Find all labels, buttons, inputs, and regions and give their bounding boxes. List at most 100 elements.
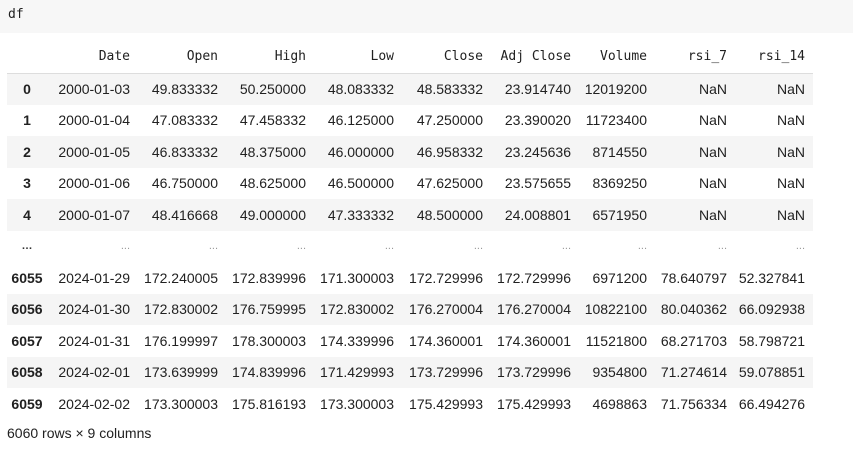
table-cell: NaN (698, 206, 727, 223)
table-row: 0 2000-01-03 49.833332 50.250000 48.083332 48… (7, 73, 813, 105)
table-cell: 2024-01-31 (58, 332, 130, 349)
table-row: 2 2000-01-05 46.833332 48.375000 46.000000 46… (7, 136, 813, 168)
table-cell: NaN (776, 175, 805, 192)
table-cell: 176.270004 (497, 301, 571, 318)
table-cell: 68.271703 (660, 332, 727, 349)
table-cell: 175.429993 (409, 395, 483, 412)
table-cell: NaN (698, 112, 727, 129)
table-cell: 48.083332 (327, 81, 394, 97)
table-cell: 71.756334 (660, 395, 727, 412)
table-cell: 66.494276 (738, 395, 805, 412)
table-cell: 172.830002 (320, 301, 394, 318)
table-cell: 47.625000 (416, 175, 483, 192)
table-cell: 172.729996 (497, 269, 571, 286)
table-cell: 48.416668 (151, 206, 218, 223)
table-cell: 173.729996 (409, 364, 483, 381)
table-cell: 12019200 (584, 81, 647, 97)
table-cell: 23.575655 (504, 175, 571, 192)
column-header-rsi_14: rsi_14 (735, 40, 813, 74)
table-cell: 46.750000 (151, 175, 218, 192)
table-cell: 78.640797 (660, 269, 727, 286)
row-index: 6059 (11, 395, 43, 412)
column-header-low: Low (314, 40, 402, 74)
table-cell: 2024-01-30 (58, 301, 130, 318)
row-index: 0 (23, 81, 31, 97)
table-cell: 49.000000 (239, 206, 306, 223)
table-cell: 71.274614 (660, 364, 727, 381)
table-cell: 52.327841 (738, 269, 805, 286)
ellipsis-row: …........................... (7, 231, 813, 263)
table-cell: 173.300003 (144, 395, 218, 412)
table-cell: NaN (776, 206, 805, 223)
table-cell: 2024-02-02 (58, 395, 130, 412)
code-cell-input[interactable]: df (0, 0, 853, 33)
row-index: 3 (23, 175, 31, 192)
table-cell: ... (296, 240, 306, 253)
table-cell: 9354800 (592, 364, 647, 381)
column-header-index (7, 40, 47, 74)
row-index: 6057 (11, 332, 43, 349)
table-cell: 2000-01-04 (58, 112, 130, 129)
table-cell: 4698863 (592, 395, 647, 412)
table-cell: NaN (698, 143, 727, 160)
table-cell: 2000-01-06 (58, 175, 130, 192)
table-cell: 47.333332 (327, 206, 394, 223)
table-cell: 172.839996 (232, 269, 306, 286)
table-cell: 174.360001 (497, 332, 571, 349)
table-cell: 46.125000 (327, 112, 394, 129)
column-header-close: Close (402, 40, 491, 74)
table-row: 6055 2024-01-29 172.240005 172.839996 171.30… (7, 262, 813, 294)
table-row: 6058 2024-02-01 173.639999 174.839996 171.42… (7, 356, 813, 388)
table-cell: 49.833332 (151, 81, 218, 97)
table-cell: 171.300003 (320, 269, 394, 286)
row-index: 2 (23, 143, 31, 160)
dataframe-table: Date Open High Low Close Adj Close Volume rsi_7… (7, 40, 813, 420)
table-row: 4 2000-01-07 48.416668 49.000000 47.333332 48… (7, 199, 813, 231)
table-cell: 46.833332 (151, 143, 218, 160)
table-cell: 46.000000 (327, 143, 394, 160)
table-cell: 48.500000 (416, 206, 483, 223)
table-row: 3 2000-01-06 46.750000 48.625000 46.500000 47… (7, 168, 813, 200)
table-cell: 24.008801 (504, 206, 571, 223)
dataframe-shape: 6060 rows × 9 columns (7, 425, 152, 441)
table-cell: ... (717, 240, 727, 253)
column-header-open: Open (138, 40, 226, 74)
table-cell: 174.360001 (409, 332, 483, 349)
table-cell: 48.583332 (416, 81, 483, 97)
table-cell: NaN (776, 112, 805, 129)
table-cell: 2000-01-03 (58, 81, 130, 97)
table-cell: ... (561, 240, 571, 253)
table-cell: 174.839996 (232, 364, 306, 381)
table-cell: 47.250000 (416, 112, 483, 129)
table-cell: NaN (776, 81, 805, 97)
table-cell: 171.429993 (320, 364, 394, 381)
table-cell: ... (120, 240, 130, 253)
table-row: 1 2000-01-04 47.083332 47.458332 46.125000 47… (7, 105, 813, 137)
table-cell: ... (208, 240, 218, 253)
table-cell: 48.375000 (239, 143, 306, 160)
table-cell: 46.500000 (327, 175, 394, 192)
table-cell: 2024-02-01 (58, 364, 130, 381)
table-cell: 46.958332 (416, 143, 483, 160)
table-cell: 11521800 (585, 332, 647, 349)
table-cell: 173.300003 (320, 395, 394, 412)
table-cell: NaN (698, 175, 727, 192)
table-cell: 2000-01-05 (58, 143, 130, 160)
table-cell: 47.083332 (151, 112, 218, 129)
table-cell: 80.040362 (660, 301, 727, 318)
table-cell: 172.830002 (144, 301, 218, 318)
table-cell: ... (637, 240, 647, 253)
table-cell: 23.914740 (504, 81, 571, 97)
table-cell: 174.339996 (320, 332, 394, 349)
table-cell: 23.390020 (504, 112, 571, 129)
table-cell: 175.816193 (232, 395, 306, 412)
table-cell: 23.245636 (504, 143, 571, 160)
column-header-high: High (226, 40, 314, 74)
row-index: 6056 (11, 301, 43, 318)
header-row: Date Open High Low Close Adj Close Volume rsi_7… (7, 40, 813, 74)
row-index: 1 (23, 112, 31, 129)
table-cell: 172.729996 (409, 269, 483, 286)
table-cell: ... (795, 240, 805, 253)
table-cell: 172.240005 (144, 269, 218, 286)
table-cell: 176.270004 (409, 301, 483, 318)
